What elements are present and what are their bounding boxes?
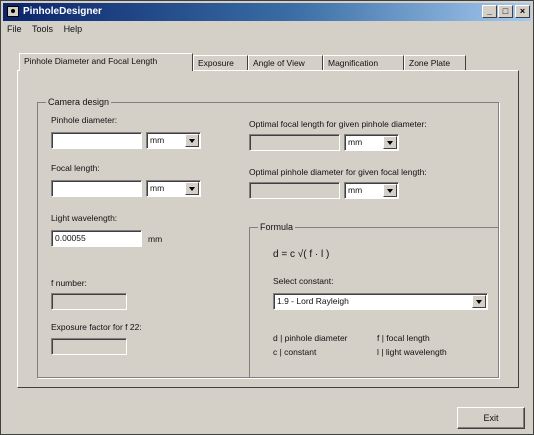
legend-constant: c | constant	[273, 347, 317, 357]
camera-design-label: Camera design	[46, 97, 112, 107]
pinhole-unit-select[interactable]: mm	[146, 132, 201, 149]
menu-tools[interactable]: Tools	[28, 22, 57, 36]
pinhole-unit-value: mm	[150, 135, 165, 145]
focal-length-input[interactable]	[51, 180, 142, 197]
legend-focal-length: f | focal length	[377, 333, 430, 343]
f-number-output	[51, 293, 127, 310]
wavelength-unit-label: mm	[148, 234, 163, 244]
title-bar[interactable]: PinholeDesigner _ □ ×	[3, 3, 531, 21]
optimal-pinhole-diameter-output	[249, 182, 340, 199]
tab-zone-plate[interactable]: Zone Plate	[404, 55, 466, 70]
pinhole-camera-icon	[7, 6, 19, 17]
chevron-down-icon[interactable]	[185, 134, 199, 147]
tab-panel: Camera design Pinhole diameter: mm Focal…	[17, 70, 519, 388]
tab-pinhole-diameter-focal-length[interactable]: Pinhole Diameter and Focal Length	[19, 53, 193, 71]
formula-expression: d = c √( f · l )	[273, 249, 330, 260]
constant-select[interactable]: 1.9 - Lord Rayleigh	[273, 293, 488, 310]
light-wavelength-input[interactable]: 0.00055	[51, 230, 142, 247]
constant-value: 1.9 - Lord Rayleigh	[277, 296, 349, 306]
main-window: PinholeDesigner _ □ × File Tools Help Pi…	[0, 0, 534, 435]
maximize-button[interactable]: □	[498, 5, 513, 18]
optimal-focal-unit-value: mm	[348, 137, 363, 147]
pinhole-diameter-input[interactable]	[51, 132, 142, 149]
chevron-down-icon[interactable]	[383, 136, 397, 149]
pinhole-diameter-label: Pinhole diameter:	[51, 115, 118, 125]
optimal-focal-length-output	[249, 134, 340, 151]
formula-label: Formula	[258, 222, 296, 232]
optimal-pinhole-unit-select[interactable]: mm	[344, 182, 399, 199]
select-constant-label: Select constant:	[273, 276, 334, 286]
menu-file[interactable]: File	[3, 22, 26, 36]
menu-help[interactable]: Help	[60, 22, 87, 36]
optimal-focal-unit-select[interactable]: mm	[344, 134, 399, 151]
optimal-pinhole-diameter-label: Optimal pinhole diameter for given focal…	[249, 167, 427, 177]
tab-angle-of-view[interactable]: Angle of View	[248, 55, 323, 70]
window-title: PinholeDesigner	[23, 6, 102, 17]
f-number-label: f number:	[51, 278, 87, 288]
focal-unit-value: mm	[150, 183, 165, 193]
chevron-down-icon[interactable]	[472, 295, 486, 308]
tab-magnification[interactable]: Magnification	[323, 55, 404, 70]
focal-length-label: Focal length:	[51, 163, 100, 173]
legend-pinhole-diameter: d | pinhole diameter	[273, 333, 348, 343]
optimal-pinhole-unit-value: mm	[348, 185, 363, 195]
legend-light-wavelength: l | light wavelength	[377, 347, 447, 357]
minimize-icon: _	[486, 6, 492, 16]
minimize-button[interactable]: _	[482, 5, 497, 18]
chevron-down-icon[interactable]	[185, 182, 199, 195]
maximize-icon: □	[502, 6, 509, 16]
focal-unit-select[interactable]: mm	[146, 180, 201, 197]
tab-exposure[interactable]: Exposure	[193, 55, 248, 70]
chevron-down-icon[interactable]	[383, 184, 397, 197]
exposure-factor-label: Exposure factor for f 22:	[51, 322, 142, 332]
light-wavelength-label: Light wavelength:	[51, 213, 118, 223]
exposure-factor-output	[51, 338, 127, 355]
close-icon: ×	[519, 6, 526, 16]
menu-bar: File Tools Help	[3, 22, 531, 37]
exit-button[interactable]: Exit	[457, 407, 525, 429]
optimal-focal-length-label: Optimal focal length for given pinhole d…	[249, 119, 427, 129]
close-button[interactable]: ×	[515, 5, 530, 18]
